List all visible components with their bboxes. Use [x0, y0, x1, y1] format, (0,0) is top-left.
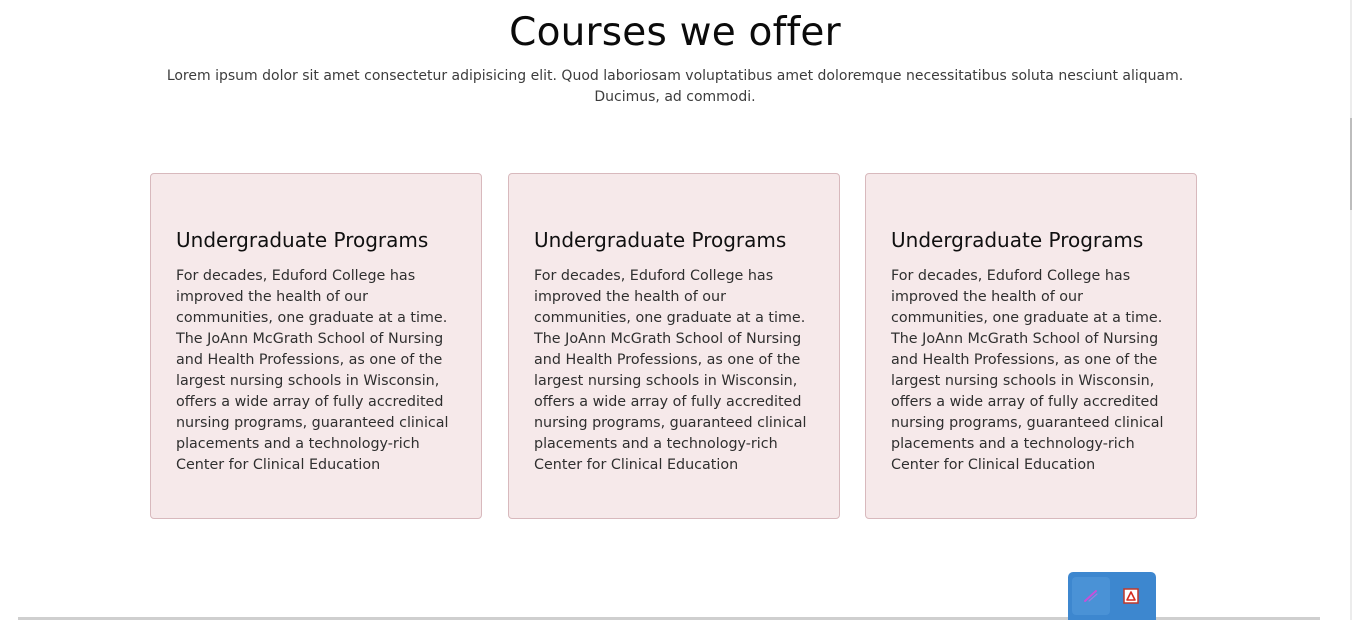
courses-section: Courses we offer Lorem ipsum dolor sit a…: [0, 0, 1350, 620]
course-card-text: For decades, Eduford College has improve…: [534, 268, 807, 473]
pen-tool-button[interactable]: [1072, 577, 1110, 615]
course-card-text: For decades, Eduford College has improve…: [891, 268, 1164, 473]
pen-icon: [1084, 590, 1098, 602]
course-card-1: Undergraduate Programs For decades, Eduf…: [150, 173, 482, 519]
section-title: Courses we offer: [509, 10, 841, 55]
course-card-3: Undergraduate Programs For decades, Eduf…: [865, 173, 1197, 519]
course-card-title: Undergraduate Programs: [534, 228, 787, 252]
course-card-text: For decades, Eduford College has improve…: [176, 268, 449, 473]
section-subtitle: Lorem ipsum dolor sit amet consectetur a…: [166, 68, 1184, 105]
pdf-tool-button[interactable]: [1112, 577, 1150, 615]
course-card-title: Undergraduate Programs: [176, 228, 429, 252]
pdf-icon: [1123, 588, 1139, 604]
course-card-2: Undergraduate Programs For decades, Eduf…: [508, 173, 840, 519]
floating-toolbar: [1068, 572, 1156, 620]
course-card-title: Undergraduate Programs: [891, 228, 1144, 252]
